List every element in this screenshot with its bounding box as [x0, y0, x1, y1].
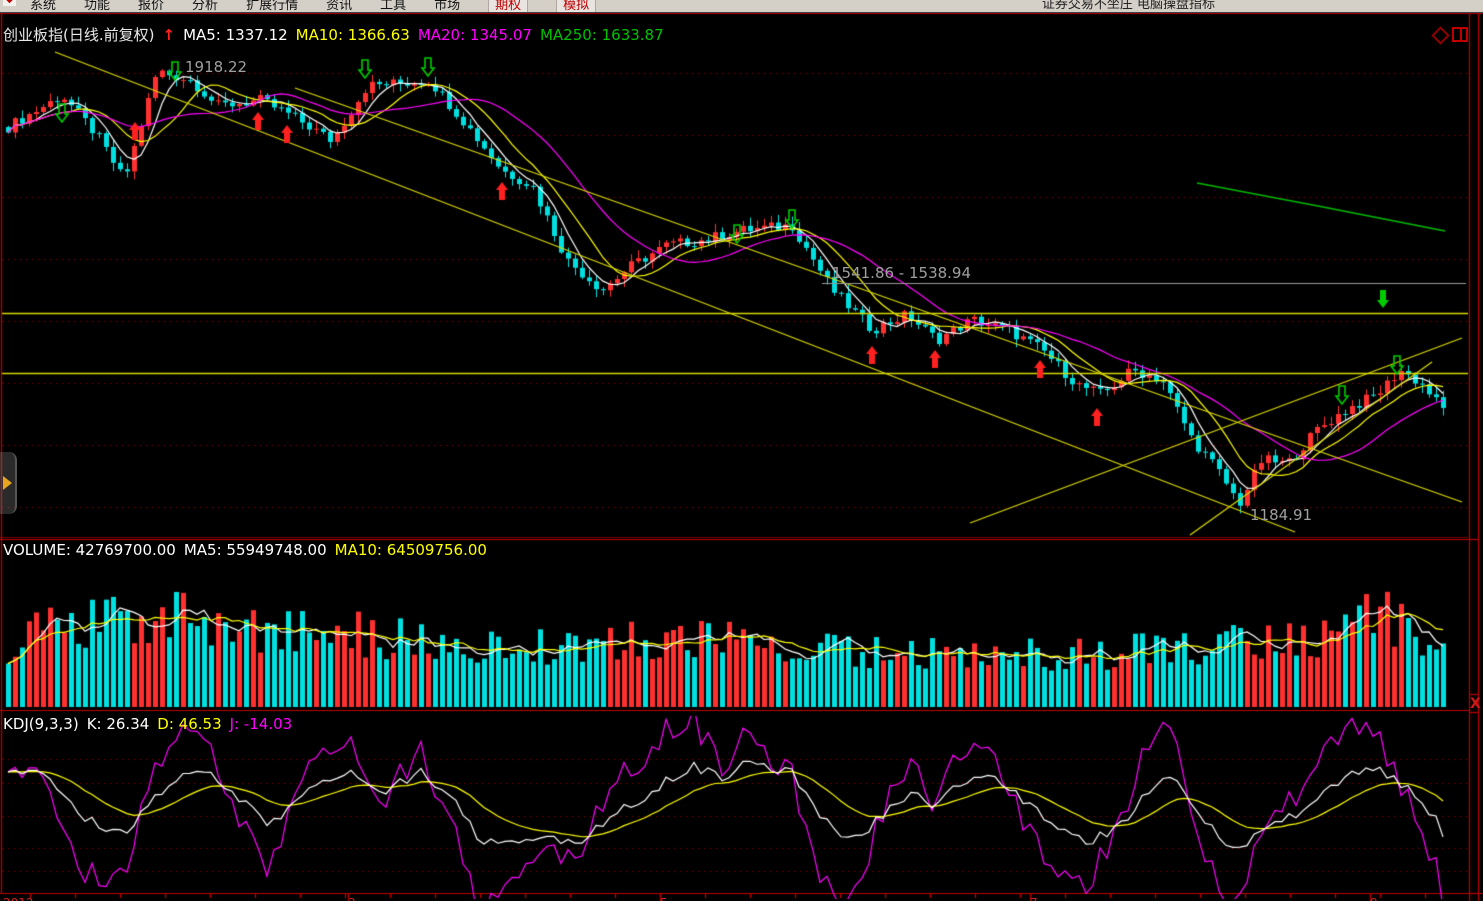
low-price-label: 1184.91	[1250, 506, 1312, 524]
kdj-pane-legend: KDJ(9,3,3) K: 26.34 D: 46.53 J: -14.03	[3, 715, 300, 733]
legend-ma10: MA10: 1366.63	[296, 26, 410, 44]
app-icon[interactable]: ◆	[3, 0, 16, 6]
menu-item-options[interactable]: 期权	[488, 0, 528, 13]
up-arrow-icon: ↑	[162, 26, 175, 44]
menu-item-simulation[interactable]: 模拟	[556, 0, 596, 13]
axis-month-label: 3	[348, 896, 356, 901]
volume-ma10: MA10: 64509756.00	[335, 541, 487, 559]
split-window-divider	[1460, 29, 1462, 40]
chart-title: 创业板指(日线.前复权)	[3, 26, 154, 44]
axis-month-label: 9	[1370, 896, 1378, 901]
axis-month-label: 7	[1030, 896, 1038, 901]
menu-item-tools[interactable]: 工具	[380, 0, 406, 13]
close-indicator-pane-button[interactable]: X	[1470, 697, 1481, 711]
kdj-d-value: D: 46.53	[157, 715, 221, 733]
menu-item-extended-quotes[interactable]: 扩展行情	[246, 0, 298, 13]
menu-item-quotes[interactable]: 报价	[138, 0, 164, 13]
sidebar-drawer-handle[interactable]	[0, 452, 17, 514]
menu-item-market[interactable]: 市场	[434, 0, 460, 13]
menu-bar: ◆ 系统 功能 报价 分析 扩展行情 资讯 工具 市场 期权 模拟 证券交易不坐庄 电脑操盘指标	[0, 0, 1483, 13]
trading-terminal: ◆ 系统 功能 报价 分析 扩展行情 资讯 工具 市场 期权 模拟 证券交易不坐庄 电脑操盘指标 创…	[0, 0, 1483, 901]
main-pane-legend: 创业板指(日线.前复权) ↑ MA5: 1337.12 MA10: 1366.63 MA…	[3, 24, 672, 45]
axis-year-label: 2012	[3, 896, 34, 901]
legend-ma250: MA250: 1633.87	[540, 26, 664, 44]
date-axis: 2012 3 5 7 9	[0, 893, 1483, 901]
axis-month-label: 5	[660, 896, 668, 901]
chart-canvas[interactable]	[0, 0, 1483, 901]
gap-range-label: 1541.86 - 1538.94	[832, 264, 971, 282]
kdj-name: KDJ(9,3,3)	[3, 715, 79, 733]
volume-ma5: MA5: 55949748.00	[184, 541, 327, 559]
high-price-label: 1918.22	[185, 58, 247, 76]
kdj-j-value: J: -14.03	[230, 715, 293, 733]
kdj-k-value: K: 26.34	[87, 715, 150, 733]
volume-value: VOLUME: 42769700.00	[3, 541, 176, 559]
legend-ma20: MA20: 1345.07	[418, 26, 532, 44]
legend-ma5: MA5: 1337.12	[183, 26, 288, 44]
split-window-icon[interactable]	[1452, 27, 1468, 42]
volume-pane-legend: VOLUME: 42769700.00 MA5: 55949748.00 MA10:…	[3, 541, 495, 559]
menu-item-system[interactable]: 系统	[30, 0, 56, 13]
menu-right-slogan: 证券交易不坐庄 电脑操盘指标	[1042, 0, 1215, 12]
drawer-arrow-icon	[3, 476, 12, 490]
menu-item-news[interactable]: 资讯	[326, 0, 352, 13]
menu-item-function[interactable]: 功能	[84, 0, 110, 13]
menu-item-analysis[interactable]: 分析	[192, 0, 218, 13]
